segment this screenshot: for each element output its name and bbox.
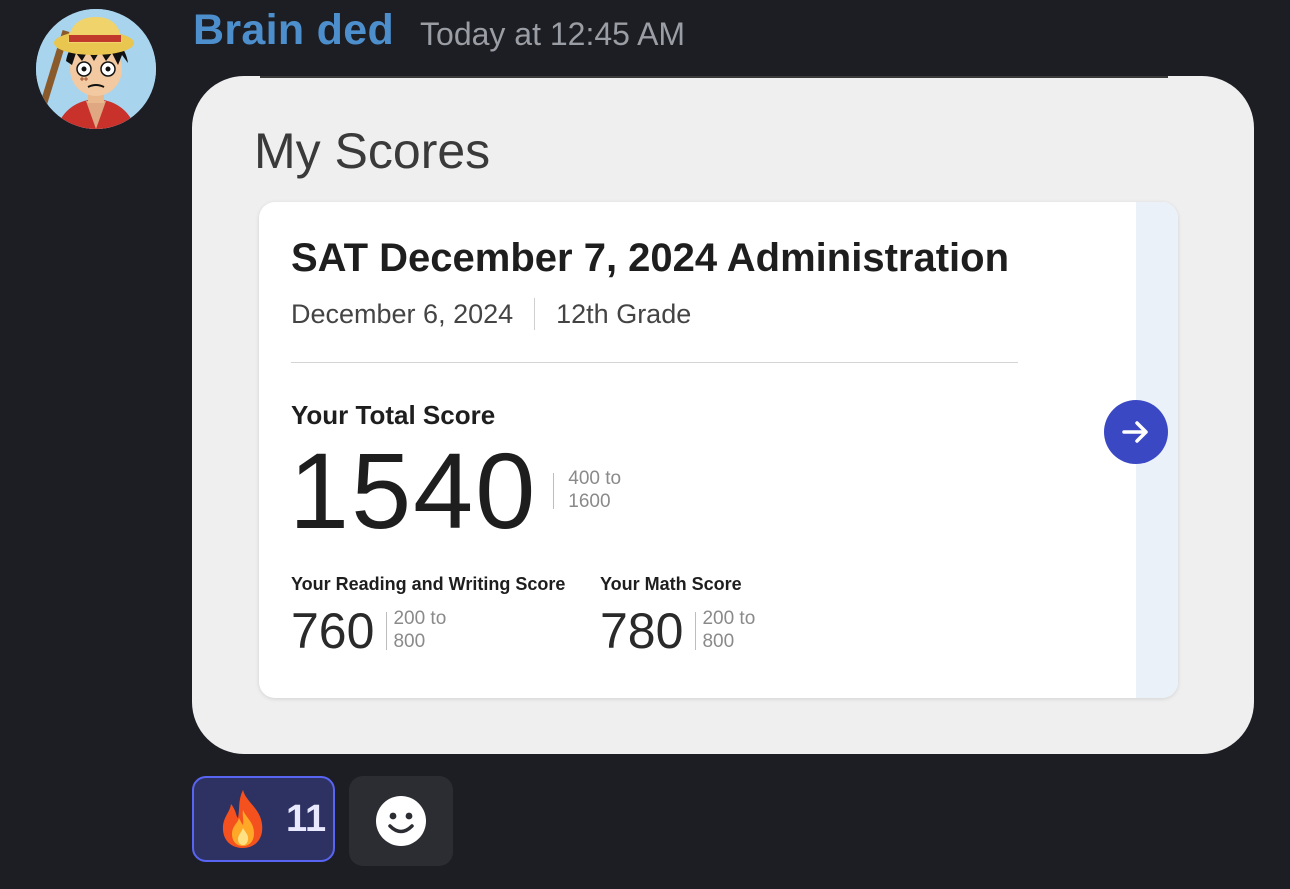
divider xyxy=(695,612,697,650)
avatar-portrait-illustration xyxy=(36,9,156,129)
reading-writing-score: 760 xyxy=(291,603,375,659)
math-label: Your Math Score xyxy=(600,574,742,594)
range-line: 800 xyxy=(393,631,426,652)
author-name[interactable]: Brain ded xyxy=(193,6,394,55)
user-avatar[interactable] xyxy=(36,9,156,129)
math-range: 200 to 800 xyxy=(702,608,755,654)
total-score-label: Your Total Score xyxy=(291,400,496,430)
range-line: 200 to xyxy=(393,608,447,630)
exam-meta: December 6, 2024 12th Grade xyxy=(291,298,691,330)
divider xyxy=(534,298,536,330)
message-header: Brain ded Today at 12:45 AM xyxy=(193,4,685,56)
total-score-value: 1540 xyxy=(289,430,538,551)
test-date: December 6, 2024 xyxy=(291,298,514,329)
reading-writing-section: Your Reading and Writing Score 760 200 t… xyxy=(291,574,565,659)
reading-writing-row: 760 200 to 800 xyxy=(291,603,565,659)
arrow-right-icon xyxy=(1122,421,1148,443)
total-score-row: 1540 400 to 1600 xyxy=(289,436,621,546)
smiley-face-icon xyxy=(376,796,426,846)
divider xyxy=(386,612,388,650)
divider xyxy=(260,76,1168,78)
fire-emoji-icon xyxy=(222,790,263,848)
grade-level: 12th Grade xyxy=(556,298,692,329)
range-line: 1600 xyxy=(568,491,611,512)
reading-writing-range: 200 to 800 xyxy=(393,608,446,654)
math-section: Your Math Score 780 200 to 800 xyxy=(600,574,755,659)
score-card[interactable]: SAT December 7, 2024 Administration Dece… xyxy=(259,202,1178,698)
exam-title: SAT December 7, 2024 Administration xyxy=(291,236,1010,280)
range-line: 800 xyxy=(702,631,735,652)
add-reaction-button[interactable] xyxy=(349,776,453,866)
reading-writing-label: Your Reading and Writing Score xyxy=(291,574,566,594)
reaction-count: 11 xyxy=(286,797,327,840)
reactions-bar: 11 xyxy=(192,776,453,866)
range-line: 400 to xyxy=(568,468,622,490)
view-details-button[interactable] xyxy=(1104,400,1168,464)
total-score-range: 400 to 1600 xyxy=(568,468,621,514)
section-title: My Scores xyxy=(254,123,491,179)
math-row: 780 200 to 800 xyxy=(600,603,755,659)
divider xyxy=(291,362,1018,363)
range-line: 200 to xyxy=(702,608,756,630)
reaction-fire[interactable]: 11 xyxy=(192,776,335,862)
message-timestamp[interactable]: Today at 12:45 AM xyxy=(420,16,685,53)
divider xyxy=(553,473,555,509)
attached-image[interactable]: My Scores SAT December 7, 2024 Administr… xyxy=(192,76,1254,754)
math-score: 780 xyxy=(600,603,684,659)
